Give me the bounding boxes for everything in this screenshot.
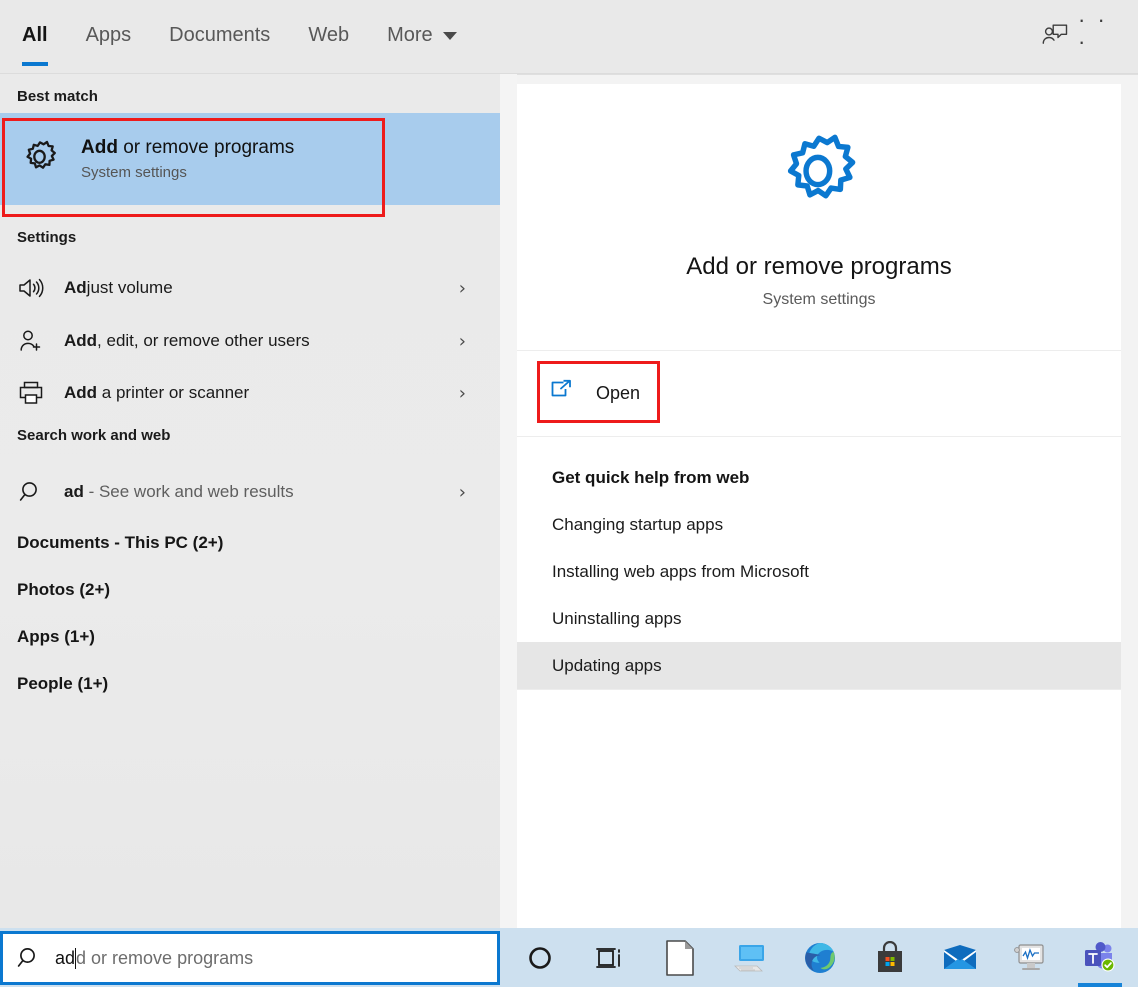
microsoft-teams-icon[interactable] (1065, 928, 1135, 987)
preview-actions: Open (517, 351, 1121, 437)
chevron-right-icon: › (458, 382, 466, 404)
microsoft-edge-icon[interactable] (785, 928, 855, 987)
preview-title: Add or remove programs (686, 252, 952, 280)
external-link-icon (548, 378, 578, 409)
category-photos[interactable]: Photos (2+) (0, 573, 500, 607)
results-column: Best match Add or remove programs System… (0, 74, 500, 928)
cortana-icon[interactable] (505, 928, 575, 987)
category-label: Photos (2+) (17, 580, 111, 599)
tab-web-label: Web (308, 23, 350, 46)
category-apps[interactable]: Apps (1+) (0, 620, 500, 654)
chevron-right-icon: › (458, 277, 466, 299)
settings-item-label: Add, edit, or remove other users (64, 331, 310, 350)
quick-help-heading: Get quick help from web (552, 467, 750, 487)
libreoffice-writer-icon[interactable] (645, 928, 715, 987)
search-filter-tabbar: All Apps Documents Web More · · · (0, 0, 1138, 75)
chevron-right-icon: › (458, 481, 466, 503)
search-flyout: All Apps Documents Web More · · · Best m… (0, 0, 1138, 928)
tab-all-label: All (22, 23, 48, 46)
search-suggestion-text: d or remove programs (76, 947, 254, 968)
category-label: People (1+) (17, 674, 109, 693)
task-view-icon[interactable] (575, 928, 645, 987)
search-icon (3, 945, 55, 971)
tab-active-underline (22, 62, 48, 66)
help-item-changing-startup-apps[interactable]: Changing startup apps (517, 501, 1121, 548)
taskbar: ad d or remove programs (0, 928, 1138, 987)
chevron-down-icon (442, 32, 457, 40)
settings-item-add-printer[interactable]: Add a printer or scanner › (0, 367, 500, 419)
help-item-updating-apps[interactable]: Updating apps (517, 642, 1121, 689)
volume-icon (14, 276, 48, 300)
open-button-label: Open (596, 383, 641, 403)
column-divider (500, 74, 517, 928)
tab-web[interactable]: Web (308, 0, 349, 70)
category-documents-this-pc[interactable]: Documents - This PC (2+) (0, 526, 500, 560)
tab-more-label: More (387, 23, 433, 46)
feedback-button[interactable] (1032, 12, 1078, 58)
search-typed-text: ad (55, 947, 76, 968)
tab-list: All Apps Documents Web More (22, 0, 495, 70)
mail-icon[interactable] (925, 928, 995, 987)
preview-hero: Add or remove programs System settings (517, 84, 1121, 351)
web-result-label: ad - See work and web results (64, 482, 294, 501)
quick-help-section: Get quick help from web Changing startup… (517, 437, 1121, 690)
best-match-title: Add or remove programs (81, 137, 295, 158)
tab-documents-label: Documents (169, 23, 271, 46)
search-icon (14, 479, 48, 505)
microsoft-store-icon[interactable] (855, 928, 925, 987)
settings-item-adjust-volume[interactable]: Adjust volume › (0, 262, 500, 314)
best-match-result-item[interactable]: Add or remove programs System settings (0, 113, 500, 205)
tab-more[interactable]: More (387, 0, 457, 70)
remote-desktop-icon[interactable] (715, 928, 785, 987)
taskbar-search-box[interactable]: ad d or remove programs (0, 931, 500, 985)
best-match-heading: Best match (17, 88, 98, 105)
add-user-icon (14, 328, 48, 354)
taskbar-icons (505, 928, 1138, 987)
more-options-button[interactable]: · · · (1078, 7, 1124, 58)
chevron-right-icon: › (458, 330, 466, 352)
settings-heading: Settings (17, 229, 77, 246)
tab-all[interactable]: All (22, 0, 48, 70)
quick-help-separator (517, 689, 1121, 690)
help-item-uninstalling-apps[interactable]: Uninstalling apps (517, 595, 1121, 642)
printer-icon (14, 380, 48, 406)
help-item-installing-web-apps[interactable]: Installing web apps from Microsoft (517, 548, 1121, 595)
person-feedback-icon (1042, 24, 1068, 44)
open-button[interactable]: Open (542, 366, 662, 422)
best-match-subtitle: System settings (81, 164, 187, 181)
task-manager-icon[interactable] (995, 928, 1065, 987)
settings-item-add-edit-users[interactable]: Add, edit, or remove other users › (0, 315, 500, 367)
settings-item-label: Adjust volume (64, 278, 173, 297)
category-people[interactable]: People (1+) (0, 667, 500, 701)
search-work-web-heading: Search work and web (17, 427, 171, 444)
preview-subtitle: System settings (762, 290, 876, 308)
best-match-text: Add or remove programs System settings (81, 137, 294, 181)
overflow-dots-icon: · · · (1078, 7, 1108, 54)
preview-panel: Add or remove programs System settings O… (517, 84, 1121, 928)
settings-item-label: Add a printer or scanner (64, 383, 250, 402)
header-actions: · · · (1032, 0, 1124, 70)
tab-apps-label: Apps (85, 23, 132, 46)
tab-apps[interactable]: Apps (86, 0, 132, 70)
windows-search-screen: All Apps Documents Web More · · · Best m… (0, 0, 1138, 987)
category-label: Apps (1+) (17, 627, 95, 646)
gear-icon (769, 126, 869, 231)
gear-icon (17, 137, 63, 181)
search-input[interactable]: ad d or remove programs (55, 947, 254, 969)
tab-documents[interactable]: Documents (169, 0, 270, 70)
web-result-item[interactable]: ad - See work and web results › (0, 466, 500, 518)
category-label: Documents - This PC (2+) (17, 533, 224, 552)
